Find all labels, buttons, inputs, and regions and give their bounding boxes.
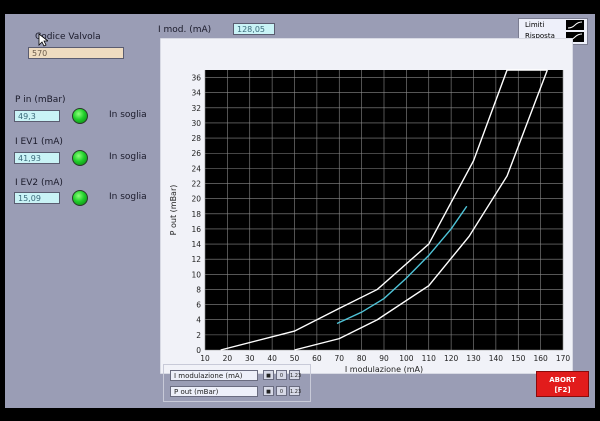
- y-tick-label: 24: [191, 164, 201, 173]
- i-ev2-field: 15,09: [14, 192, 60, 204]
- x-tick-label: 160: [533, 354, 548, 363]
- axis-settings-panel: I modulazione (mA) ■ 0 1.23 P out (mBar)…: [163, 364, 311, 402]
- x-tick-label: 120: [444, 354, 459, 363]
- p-in-status-led: [72, 108, 88, 124]
- y-tick-label: 32: [191, 104, 201, 113]
- y-tick-label: 36: [191, 74, 201, 83]
- mouse-cursor-icon: [38, 33, 48, 47]
- y-tick-label: 16: [191, 225, 201, 234]
- pressure-chart: 10 20 30 40 50 60 70 80 90 100 110 120 130 140 150 160 1…: [159, 37, 574, 375]
- legend-limits-label: Limiti: [525, 21, 545, 29]
- y-tick-label: 28: [191, 134, 201, 143]
- y-tick-label: 4: [196, 316, 201, 325]
- y-axis-lock-icon[interactable]: ■: [263, 386, 274, 396]
- x-tick-label: 170: [556, 354, 571, 363]
- y-tick-label: 6: [196, 301, 201, 310]
- p-in-field: 49,3: [14, 110, 60, 122]
- y-axis-autoscale-button[interactable]: 0: [276, 386, 287, 396]
- x-tick-label: 150: [511, 354, 526, 363]
- y-tick-label: 14: [191, 240, 201, 249]
- i-ev1-field: 41,93: [14, 152, 60, 164]
- y-tick-label: 0: [196, 346, 201, 355]
- x-tick-label: 20: [223, 354, 233, 363]
- x-axis-selector[interactable]: I modulazione (mA): [170, 370, 258, 381]
- y-tick-label: 8: [196, 285, 201, 294]
- y-tick-label: 26: [191, 149, 201, 158]
- x-tick-label: 40: [267, 354, 277, 363]
- y-axis-format-button[interactable]: 1.23: [289, 386, 301, 396]
- imod-label: I mod. (mA): [158, 25, 212, 35]
- i-ev2-label: I EV2 (mA): [15, 178, 63, 188]
- x-tick-label: 30: [245, 354, 255, 363]
- y-tick-label: 22: [191, 180, 201, 189]
- x-tick-label: 110: [422, 354, 437, 363]
- p-in-status-text: In soglia: [109, 110, 147, 120]
- x-axis-format-button[interactable]: 1.23: [289, 370, 301, 380]
- i-ev1-status-led: [72, 150, 88, 166]
- x-tick-label: 100: [399, 354, 414, 363]
- x-tick-label: 130: [466, 354, 481, 363]
- x-tick-label: 90: [379, 354, 389, 363]
- i-ev1-status-text: In soglia: [109, 152, 147, 162]
- i-ev2-status-led: [72, 190, 88, 206]
- i-ev1-label: I EV1 (mA): [15, 137, 63, 147]
- y-axis-title: P out (mBar): [169, 185, 178, 236]
- y-tick-label: 20: [191, 195, 201, 204]
- y-tick-label: 34: [191, 89, 201, 98]
- abort-label: ABORT: [549, 376, 576, 384]
- y-tick-label: 30: [191, 119, 201, 128]
- x-axis-lock-icon[interactable]: ■: [263, 370, 274, 380]
- imod-field: 128,05: [233, 23, 275, 35]
- x-axis-title: I modulazione (mA): [345, 365, 423, 374]
- x-axis-autoscale-button[interactable]: 0: [276, 370, 287, 380]
- x-tick-label: 80: [357, 354, 367, 363]
- p-in-label: P in (mBar): [15, 95, 66, 105]
- chart-area: 10 20 30 40 50 60 70 80 90 100 110 120 130 140 150 160 1…: [159, 37, 574, 375]
- screen: Codice Valvola 570 P in (mBar) 49,3 In s…: [5, 14, 595, 408]
- x-tick-label: 50: [290, 354, 300, 363]
- x-tick-label: 60: [312, 354, 322, 363]
- x-tick-label: 70: [334, 354, 344, 363]
- y-axis-selector[interactable]: P out (mBar): [170, 386, 258, 397]
- y-tick-label: 2: [196, 331, 201, 340]
- x-tick-label: 140: [489, 354, 504, 363]
- i-ev2-status-text: In soglia: [109, 192, 147, 202]
- valve-code-field[interactable]: 570: [28, 47, 124, 59]
- abort-shortcut: [F2]: [554, 386, 571, 394]
- abort-button[interactable]: ABORT [F2]: [536, 371, 589, 397]
- y-tick-label: 10: [191, 270, 201, 279]
- y-tick-label: 18: [191, 210, 201, 219]
- y-tick-label: 12: [191, 255, 201, 264]
- x-tick-label: 10: [200, 354, 210, 363]
